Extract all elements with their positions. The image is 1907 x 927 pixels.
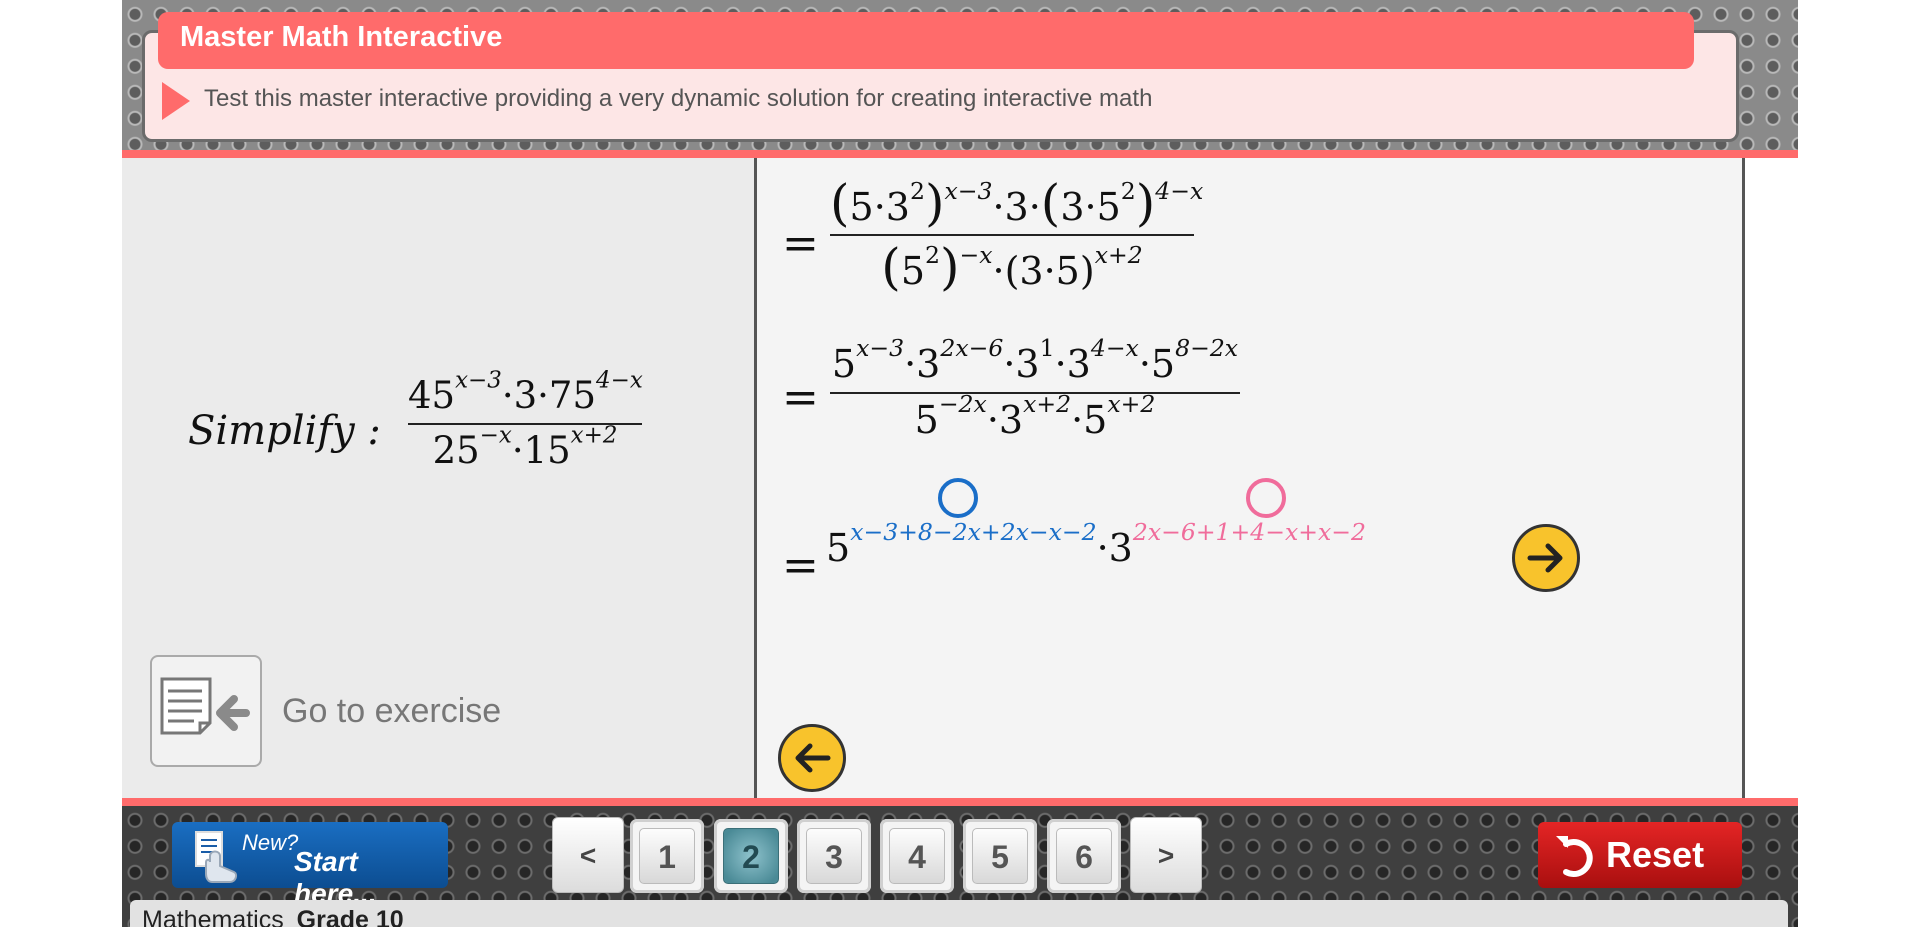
document-back-icon [160, 677, 250, 735]
app-title: Master Math Interactive [158, 12, 1694, 69]
arrow-left-icon [795, 743, 831, 773]
divider-left [754, 158, 757, 798]
pink-select-circle[interactable] [1246, 478, 1286, 518]
page-5-label: 5 [972, 828, 1028, 884]
start-here-button[interactable]: New? Start here... [172, 822, 448, 909]
problem-numerator: 45x−3·3·754−x [408, 367, 643, 417]
reset-button[interactable]: Reset [1538, 822, 1742, 888]
page-3-button[interactable]: 3 [797, 819, 871, 893]
prev-page-button[interactable]: < [552, 817, 624, 893]
arrow-right-icon [1527, 543, 1563, 573]
main-area: Simplify : 45x−3·3·754−x 25−x·15x+2 Go t… [122, 158, 1798, 798]
blue-select-circle[interactable] [938, 478, 978, 518]
course-info-bar: Mathematics Grade 10 [130, 900, 1788, 927]
problem-denominator: 25−x·15x+2 [432, 422, 618, 472]
footer-divider [122, 798, 1798, 806]
step2-equals: = [782, 372, 819, 423]
step2-numerator: 5x−3·32x−6·31·34−x·58−2x [831, 333, 1239, 386]
app-subtitle: Test this master interactive providing a… [204, 85, 1153, 112]
go-to-exercise-label[interactable]: Go to exercise [282, 692, 501, 731]
header: Master Math Interactive Test this master… [122, 0, 1798, 150]
app: Master Math Interactive Test this master… [122, 0, 1798, 927]
page-2-label: 2 [723, 828, 779, 884]
page-6-button[interactable]: 6 [1047, 819, 1121, 893]
start-new-label: New? [242, 830, 299, 855]
page-6-label: 6 [1056, 828, 1112, 884]
right-margin [1745, 158, 1798, 798]
step1-fraction: (5·32)x−3·3·(3·52)4−x (52)−x·(3·5)x+2 [830, 174, 1204, 296]
previous-step-button[interactable] [778, 724, 846, 792]
page-4-button[interactable]: 4 [880, 819, 954, 893]
header-divider [122, 150, 1798, 158]
page-3-label: 3 [806, 828, 862, 884]
page-2-button[interactable]: 2 [714, 819, 788, 893]
footer: New? Start here... < 1 2 3 4 5 6 > Reset… [122, 806, 1798, 927]
undo-icon [1556, 836, 1593, 877]
page-4-label: 4 [889, 828, 945, 884]
hand-document-icon [195, 831, 238, 883]
step2-fraction: 5x−3·32x−6·31·34−x·58−2x 5−2x·3x+2·5x+2 [830, 333, 1240, 442]
problem-fraction: 45x−3·3·754−x 25−x·15x+2 [408, 367, 643, 472]
step3-blue-exponent: x−3+8−2x+2x−x−2 [850, 517, 1097, 546]
grade-label: Grade 10 [296, 906, 404, 927]
next-step-button[interactable] [1512, 524, 1580, 592]
subject-label: Mathematics [142, 906, 284, 927]
problem-panel: Simplify : 45x−3·3·754−x 25−x·15x+2 Go t… [122, 158, 754, 798]
step1-equals: = [782, 218, 819, 269]
step3-expression: 5x−3+8−2x+2x−x−2·32x−6+1+4−x+x−2 [826, 517, 1366, 570]
play-triangle-icon [162, 82, 190, 120]
step3-equals: = [782, 540, 819, 591]
step1-numerator: (5·32)x−3·3·(3·52)4−x [830, 174, 1204, 232]
page-5-button[interactable]: 5 [963, 819, 1037, 893]
step2-denominator: 5−2x·3x+2·5x+2 [914, 389, 1156, 442]
simplify-label: Simplify : [188, 408, 381, 454]
step3-pink-exponent: 2x−6+1+4−x+x−2 [1132, 517, 1366, 546]
page-1-button[interactable]: 1 [630, 819, 704, 893]
go-to-exercise-button[interactable] [150, 655, 262, 767]
reset-label: Reset [1606, 834, 1705, 875]
next-page-button[interactable]: > [1130, 817, 1202, 893]
step1-denominator: (52)−x·(3·5)x+2 [881, 238, 1143, 296]
page-1-label: 1 [639, 828, 695, 884]
